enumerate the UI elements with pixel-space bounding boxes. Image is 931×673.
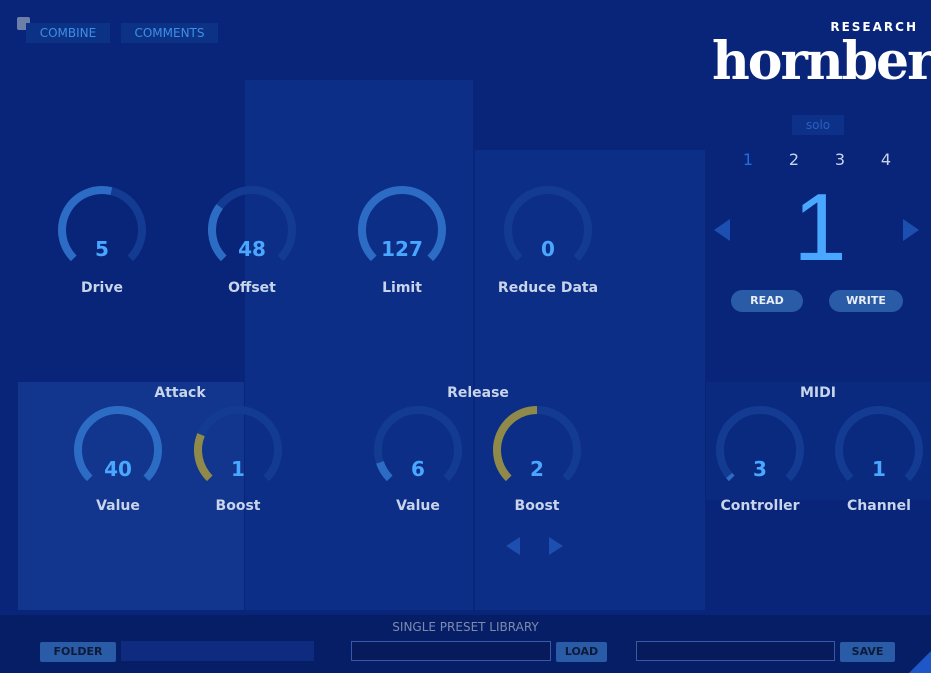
- attack-section-title: Attack: [154, 385, 206, 401]
- attack-boost-value: 1: [231, 457, 245, 481]
- release-section-title: Release: [447, 385, 509, 401]
- write-button[interactable]: WRITE: [829, 290, 903, 312]
- load-preset-field[interactable]: [351, 641, 551, 661]
- drive-label: Drive: [81, 280, 123, 296]
- preset-next-arrow-icon[interactable]: [903, 219, 919, 241]
- reduce-data-value: 0: [541, 237, 555, 261]
- midi-section-title: MIDI: [800, 385, 836, 401]
- folder-button[interactable]: FOLDER: [40, 642, 116, 662]
- save-preset-field[interactable]: [636, 641, 835, 661]
- preset-slot-3[interactable]: 3: [830, 150, 850, 169]
- midi-channel-value: 1: [872, 457, 886, 481]
- release-next-arrow-icon[interactable]: [549, 537, 563, 555]
- offset-value: 48: [238, 237, 266, 261]
- solo-button[interactable]: solo: [792, 115, 844, 135]
- plugin-window: COMBINE COMMENTS RESEARCH hornberg 5 Dri…: [0, 0, 931, 673]
- logo-wordmark: hornberg: [712, 31, 931, 92]
- preset-prev-arrow-icon[interactable]: [714, 219, 730, 241]
- preset-slot-2[interactable]: 2: [784, 150, 804, 169]
- save-button[interactable]: SAVE: [840, 642, 895, 662]
- preset-slot-4[interactable]: 4: [876, 150, 896, 169]
- combine-button[interactable]: COMBINE: [26, 23, 110, 43]
- attack-value-value: 40: [104, 457, 132, 481]
- panel-column-center: [245, 80, 473, 610]
- release-boost-value: 2: [530, 457, 544, 481]
- read-button[interactable]: READ: [731, 290, 803, 312]
- resize-corner-icon[interactable]: [909, 651, 931, 673]
- drive-value: 5: [95, 237, 109, 261]
- midi-controller-value: 3: [753, 457, 767, 481]
- load-button[interactable]: LOAD: [556, 642, 607, 662]
- reduce-data-label: Reduce Data: [497, 280, 599, 296]
- release-boost-label: Boost: [514, 498, 560, 514]
- comments-button[interactable]: COMMENTS: [121, 23, 218, 43]
- preset-slot-1[interactable]: 1: [738, 150, 758, 169]
- limit-value: 127: [381, 237, 423, 261]
- folder-path-field: [121, 641, 314, 661]
- release-prev-arrow-icon[interactable]: [506, 537, 520, 555]
- offset-label: Offset: [228, 280, 276, 296]
- limit-label: Limit: [382, 280, 422, 296]
- library-title: SINGLE PRESET LIBRARY: [392, 620, 539, 634]
- attack-value-label: Value: [96, 498, 140, 514]
- attack-boost-label: Boost: [215, 498, 261, 514]
- hornberg-logo: RESEARCH hornberg: [712, 20, 931, 100]
- midi-channel-label: Channel: [847, 498, 911, 514]
- current-preset-number: 1: [793, 174, 847, 281]
- release-value-value: 6: [411, 457, 425, 481]
